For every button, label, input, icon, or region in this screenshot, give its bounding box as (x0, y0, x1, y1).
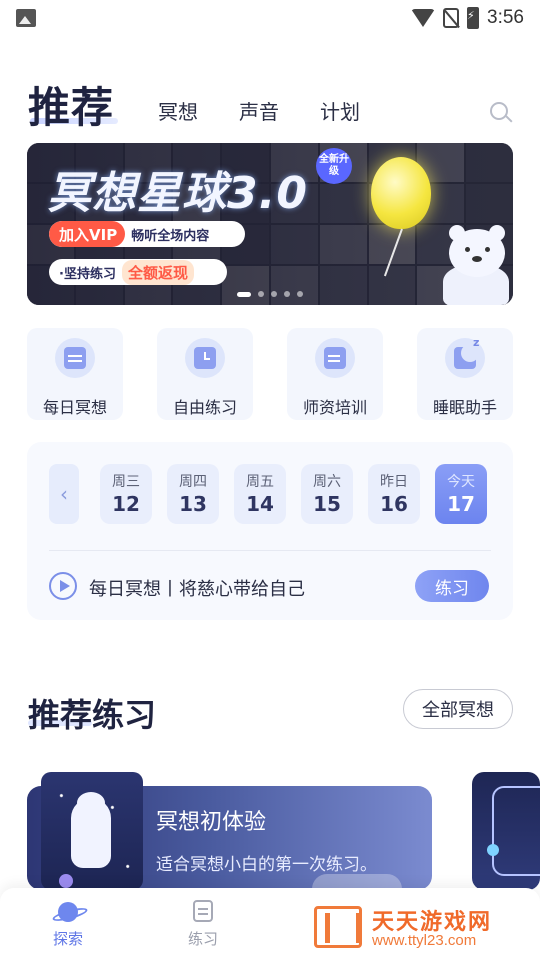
practice-card-subtitle: 适合冥想小白的第一次练习。 (156, 855, 377, 875)
section-title: 推荐练习 (28, 696, 157, 734)
practice-cover-image[interactable] (41, 772, 143, 890)
quick-sleep-assistant[interactable]: z 睡眠助手 (417, 328, 513, 420)
persist-label: ·坚持练习 (59, 266, 116, 282)
all-meditation-button[interactable]: 全部冥想 (403, 689, 513, 729)
header: 推荐 冥想 声音 计划 (28, 70, 518, 132)
day-item[interactable]: 周四 13 (167, 464, 219, 524)
tab-sound[interactable]: 声音 (239, 96, 279, 125)
carousel-dot[interactable] (271, 291, 277, 297)
nav-explore[interactable]: 探索 (33, 900, 103, 949)
page-title[interactable]: 推荐 (28, 74, 114, 135)
watermark: 天天游戏网 www.ttyl23.com (314, 902, 524, 954)
quick-label: 每日冥想 (42, 398, 107, 417)
quick-daily-meditation[interactable]: 每日冥想 (27, 328, 123, 420)
quick-teacher-training[interactable]: 师资培训 (287, 328, 383, 420)
day-item[interactable]: 周三 12 (100, 464, 152, 524)
persist-pill: ·坚持练习 全额返现 (49, 259, 227, 285)
practice-card-next[interactable] (472, 772, 540, 890)
status-icons: 3:56 (411, 7, 524, 29)
divider (49, 550, 491, 551)
play-icon[interactable] (49, 572, 77, 600)
wifi-icon (411, 9, 436, 27)
day-item-today[interactable]: 今天 17 (435, 464, 487, 524)
status-bar: 3:56 (0, 0, 540, 36)
promo-banner[interactable]: 冥想星球3.0 全新升级 加入VIP 畅听全场内容 ·坚持练习 全额返现 (27, 143, 513, 305)
carousel-dots (237, 291, 303, 297)
search-icon[interactable] (490, 102, 514, 126)
battery-charging-icon (467, 7, 480, 29)
practice-card-title: 冥想初体验 (156, 810, 267, 835)
bear-illustration (439, 225, 511, 305)
banner-title: 冥想星球3.0 (47, 168, 308, 219)
daily-session-title[interactable]: 每日冥想丨将慈心带给自己 (89, 575, 305, 601)
chevron-left-icon[interactable]: ‹ (49, 464, 79, 524)
document-icon (315, 338, 355, 378)
watermark-logo-icon (314, 906, 362, 948)
clock-icon (185, 338, 225, 378)
tab-plan[interactable]: 计划 (320, 96, 360, 125)
day-item[interactable]: 周六 15 (301, 464, 353, 524)
banner-badge: 全新升级 (316, 148, 352, 184)
vip-label: 加入VIP (49, 221, 126, 247)
daily-meditation-card: ‹ 周三 12 周四 13 周五 14 周六 15 昨日 16 今天 17 每日… (27, 442, 513, 620)
no-sim-icon (443, 8, 460, 28)
quick-free-practice[interactable]: 自由练习 (157, 328, 253, 420)
carousel-dot[interactable] (297, 291, 303, 297)
vip-desc: 畅听全场内容 (131, 228, 210, 244)
day-item[interactable]: 周五 14 (234, 464, 286, 524)
nav-practice[interactable]: 练习 (168, 900, 238, 949)
persist-highlight: 全额返现 (121, 259, 194, 285)
image-icon (16, 9, 36, 27)
nav-label: 探索 (52, 930, 83, 948)
quick-label: 睡眠助手 (432, 398, 497, 417)
quick-label: 师资培训 (302, 398, 367, 417)
calendar-icon (55, 338, 95, 378)
quick-label: 自由练习 (172, 398, 237, 417)
practice-button[interactable]: 练习 (415, 570, 489, 602)
carousel-dot[interactable] (258, 291, 264, 297)
planet-icon (58, 902, 78, 922)
tab-meditation[interactable]: 冥想 (158, 96, 198, 125)
day-item[interactable]: 昨日 16 (368, 464, 420, 524)
nav-label: 练习 (187, 930, 218, 948)
vip-pill: 加入VIP 畅听全场内容 (49, 221, 245, 247)
carousel-dot[interactable] (284, 291, 290, 297)
status-time: 3:56 (487, 7, 524, 28)
edit-icon (193, 900, 213, 922)
carousel-dot[interactable] (237, 291, 251, 297)
watermark-url: www.ttyl23.com (372, 932, 477, 949)
balloon-illustration (371, 157, 431, 229)
